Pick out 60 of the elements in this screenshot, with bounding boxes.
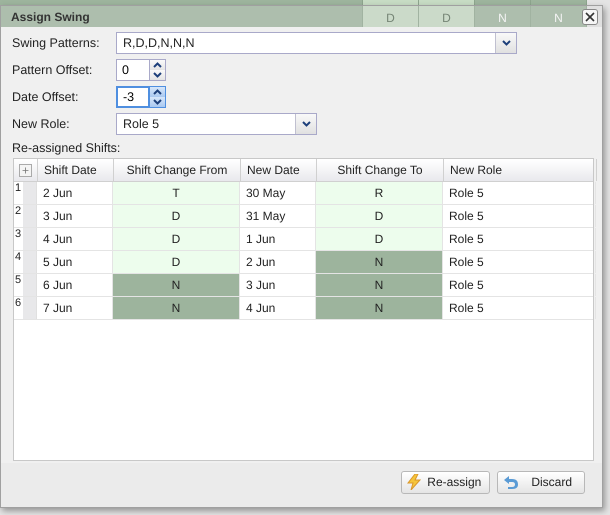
table-cell: Role 5 <box>443 182 596 204</box>
column-header[interactable]: Shift Change To <box>317 159 444 181</box>
close-button[interactable] <box>582 8 598 24</box>
lightning-icon <box>407 474 422 490</box>
spin-up-button[interactable] <box>150 87 165 97</box>
table-cell: Role 5 <box>443 228 596 250</box>
column-header[interactable]: New Role <box>444 159 597 181</box>
table-cell: D <box>113 251 240 273</box>
undo-arrow-icon <box>503 475 520 489</box>
number-field[interactable]: 0 <box>116 59 150 81</box>
spin-down-button[interactable] <box>150 97 165 107</box>
row-number: 6 <box>14 297 37 319</box>
caret-icon <box>502 40 510 46</box>
column-header[interactable]: Shift Date <box>38 159 114 181</box>
spin-down-button[interactable] <box>150 70 165 80</box>
number-field[interactable]: -3 <box>116 86 150 108</box>
dialog-title: Assign Swing <box>11 10 90 24</box>
table-cell: N <box>316 297 443 319</box>
table-cell: Role 5 <box>443 205 596 227</box>
background-cell: N <box>475 0 531 27</box>
up-caret-icon <box>153 89 162 95</box>
discard-button[interactable]: Discard <box>497 470 585 494</box>
field-label: Swing Patterns: <box>12 36 101 50</box>
row-number: 4 <box>14 251 37 273</box>
reassign-button[interactable]: Re-assign <box>401 470 490 494</box>
background-cell: D <box>363 0 419 27</box>
table-cell: D <box>113 228 240 250</box>
row-number: 2 <box>14 205 37 227</box>
field-label: Pattern Offset: <box>12 63 94 77</box>
table-cell: D <box>113 205 240 227</box>
spin-up-button[interactable] <box>150 60 165 70</box>
close-icon <box>585 12 595 22</box>
table-cell: N <box>113 274 240 296</box>
dropdown-field[interactable]: R,D,D,N,N,N <box>116 32 517 54</box>
table-cell: N <box>316 251 443 273</box>
table-cell: D <box>316 228 443 250</box>
table-cell: T <box>113 182 240 204</box>
up-caret-icon <box>153 62 162 68</box>
table-cell: Role 5 <box>443 274 596 296</box>
table-cell: N <box>113 297 240 319</box>
field-label: Date Offset: <box>12 90 80 104</box>
row-number: 5 <box>14 274 37 296</box>
dropdown-field[interactable]: Role 5 <box>116 113 317 135</box>
background-cell: D <box>419 0 475 27</box>
caret-icon <box>153 72 162 78</box>
table-cell: N <box>316 274 443 296</box>
add-icon[interactable] <box>19 164 32 176</box>
field-label: New Role: <box>12 117 71 131</box>
caret-icon <box>302 121 310 127</box>
caret-icon <box>153 99 162 105</box>
table-cell: R <box>316 182 443 204</box>
table-cell: Role 5 <box>443 251 596 273</box>
column-header[interactable]: Shift Change From <box>114 159 241 181</box>
background-cell: N <box>531 0 587 27</box>
section-label: Re-assigned Shifts: <box>11 140 122 157</box>
table-cell: D <box>316 205 443 227</box>
column-header[interactable]: New Date <box>241 159 317 181</box>
row-number: 3 <box>14 228 37 250</box>
table-cell: Role 5 <box>443 297 596 319</box>
row-number: 1 <box>14 182 37 204</box>
